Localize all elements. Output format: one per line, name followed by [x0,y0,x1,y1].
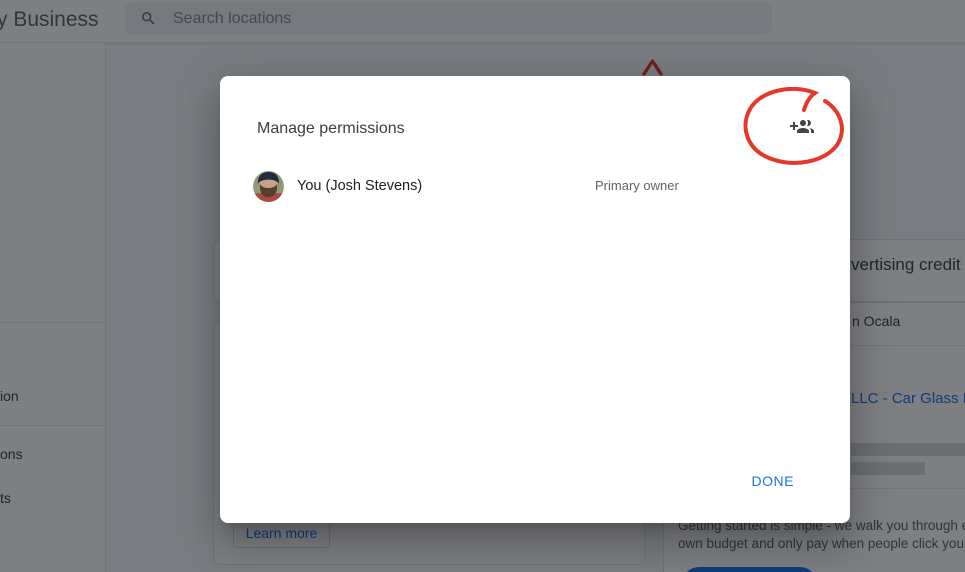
member-row: You (Josh Stevens) [253,170,422,202]
manage-permissions-dialog: Manage permissions You (Josh Stevens) Pr… [220,76,850,523]
done-button[interactable]: DONE [740,465,806,497]
app-frame: y Business Search locations ion ons ts v… [0,0,965,572]
dialog-title: Manage permissions [257,120,405,137]
add-users-button[interactable] [780,106,824,150]
member-name: You (Josh Stevens) [297,178,423,194]
avatar [253,170,284,202]
person-add-icon [790,115,814,142]
member-role: Primary owner [595,178,679,193]
